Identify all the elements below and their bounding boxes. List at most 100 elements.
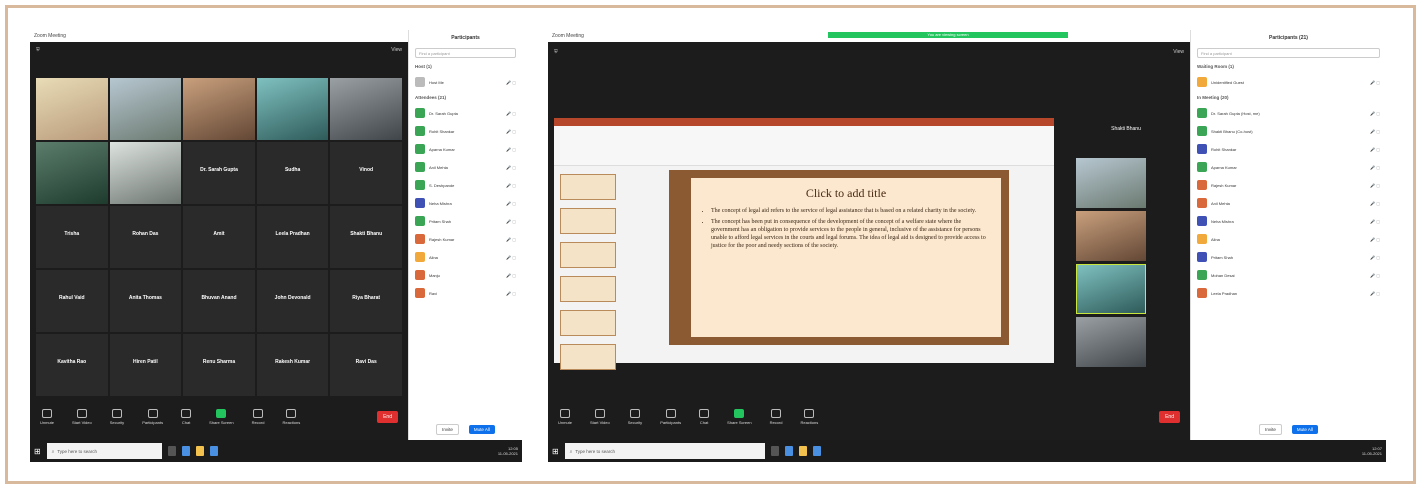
toolbar-button-unmute[interactable]: Unmute — [558, 409, 572, 425]
windows-start-icon[interactable]: ⊞ — [34, 447, 41, 456]
end-meeting-button[interactable]: End — [377, 411, 398, 423]
video-tile[interactable] — [36, 142, 108, 204]
toolbar-button-chat[interactable]: Chat — [181, 409, 192, 425]
toolbar-button-security[interactable]: Security — [628, 409, 642, 425]
participant-row[interactable]: S. Deshpande 🎤 ▢ — [409, 176, 522, 194]
video-tile[interactable] — [330, 78, 402, 140]
edge-icon[interactable] — [181, 446, 190, 456]
video-tile[interactable] — [36, 78, 108, 140]
mic-video-status-icon[interactable]: 🎤 ▢ — [1370, 147, 1380, 152]
mic-video-status-icon[interactable]: 🎤 ▢ — [506, 165, 516, 170]
participant-row[interactable]: Rajesh Kumar 🎤 ▢ — [409, 230, 522, 248]
participant-tile[interactable]: Rohan Das — [109, 206, 182, 268]
slide-thumbnail[interactable] — [560, 276, 616, 302]
toolbar-button-start-video[interactable]: Start Video — [72, 409, 92, 425]
zoom-taskbar-icon[interactable] — [812, 446, 821, 456]
mic-video-status-icon[interactable]: 🎤 ▢ — [1370, 219, 1380, 224]
participant-row[interactable]: Rajesh Kumar 🎤 ▢ — [1191, 176, 1386, 194]
side-video-tile[interactable] — [1076, 211, 1146, 261]
participant-tile[interactable]: Dr. Sarah Gupta — [183, 142, 255, 204]
explorer-icon[interactable] — [798, 446, 807, 456]
participant-row[interactable]: Unidentified Guest 🎤 ▢ — [1191, 73, 1386, 91]
participant-tile[interactable]: Trisha — [36, 206, 108, 268]
mic-video-status-icon[interactable]: 🎤 ▢ — [506, 219, 516, 224]
slide-thumbnail[interactable] — [560, 208, 616, 234]
slide-thumbnail[interactable] — [560, 310, 616, 336]
participant-tile[interactable]: Leela Pradhan — [256, 206, 329, 268]
participant-tile[interactable]: Anita Thomas — [109, 270, 182, 332]
slide-thumbnail[interactable] — [560, 174, 616, 200]
left-taskbar-search[interactable]: ⌕ Type here to search — [46, 443, 162, 459]
participant-row[interactable]: Rohit Shankar 🎤 ▢ — [409, 122, 522, 140]
participant-row[interactable]: Rohit Shankar 🎤 ▢ — [1191, 140, 1386, 158]
left-view-button[interactable]: View — [391, 47, 402, 53]
slide-title[interactable]: Click to add title — [703, 186, 989, 201]
participant-tile[interactable]: John Devonald — [256, 270, 329, 332]
mute-all-button[interactable]: Mute All — [1291, 424, 1318, 434]
toolbar-button-start-video[interactable]: Start Video — [590, 409, 610, 425]
mic-video-status-icon[interactable]: 🎤 ▢ — [1370, 237, 1380, 242]
end-meeting-button[interactable]: End — [1159, 411, 1180, 423]
mic-video-status-icon[interactable]: 🎤 ▢ — [506, 201, 516, 206]
toolbar-button-share-screen[interactable]: Share Screen — [209, 409, 234, 425]
participant-tile[interactable]: Bhuvan Anand — [183, 270, 255, 332]
toolbar-button-chat[interactable]: Chat — [699, 409, 710, 425]
participant-tile[interactable]: Amit — [183, 206, 255, 268]
mic-video-status-icon[interactable]: 🎤 ▢ — [506, 147, 516, 152]
participant-row[interactable]: Manju 🎤 ▢ — [409, 266, 522, 284]
participant-row[interactable]: Mohan Desai 🎤 ▢ — [1191, 266, 1386, 284]
mic-video-status-icon[interactable]: 🎤 ▢ — [506, 183, 516, 188]
mic-video-status-icon[interactable]: 🎤 ▢ — [1370, 183, 1380, 188]
taskview-icon[interactable] — [167, 446, 176, 456]
taskview-icon[interactable] — [770, 446, 779, 456]
participant-row[interactable]: Alina 🎤 ▢ — [1191, 230, 1386, 248]
shield-icon[interactable]: ⛨ — [36, 47, 40, 53]
mic-video-status-icon[interactable]: 🎤 ▢ — [1370, 255, 1380, 260]
side-video-tile[interactable] — [1076, 158, 1146, 208]
participant-tile[interactable]: Riya Bharat — [330, 270, 402, 332]
video-tile[interactable] — [256, 78, 329, 140]
participant-tile[interactable]: Shakti Bhanu — [330, 206, 402, 268]
toolbar-button-security[interactable]: Security — [110, 409, 124, 425]
toolbar-button-reactions[interactable]: Reactions — [282, 409, 300, 425]
video-tile[interactable] — [109, 78, 182, 140]
mic-video-status-icon[interactable]: 🎤 ▢ — [1370, 129, 1380, 134]
invite-button[interactable]: Invite — [1259, 423, 1282, 435]
participant-row[interactable]: Dr. Sarah Gupta 🎤 ▢ — [409, 104, 522, 122]
participant-tile[interactable]: Renu Sharma — [183, 334, 255, 396]
video-tile[interactable] — [183, 78, 255, 140]
participant-tile[interactable]: Hiren Patil — [109, 334, 182, 396]
video-tile[interactable] — [109, 142, 182, 204]
participant-row[interactable]: Dr. Sarah Gupta (Host, me) 🎤 ▢ — [1191, 104, 1386, 122]
participant-tile[interactable]: Sudha — [256, 142, 329, 204]
participant-row[interactable]: Neha Mishra 🎤 ▢ — [1191, 212, 1386, 230]
participant-row[interactable]: Anil Mehta 🎤 ▢ — [1191, 194, 1386, 212]
participant-row[interactable]: Ravi 🎤 ▢ — [409, 284, 522, 302]
right-view-button[interactable]: View — [1173, 49, 1184, 55]
edge-icon[interactable] — [784, 446, 793, 456]
mic-video-status-icon[interactable]: 🎤 ▢ — [506, 111, 516, 116]
mic-video-status-icon[interactable]: 🎤 ▢ — [506, 237, 516, 242]
right-panel-search[interactable]: Find a participant — [1197, 48, 1380, 58]
slide-thumbnail[interactable] — [560, 344, 616, 370]
mic-video-status-icon[interactable]: 🎤 ▢ — [1370, 291, 1380, 296]
shield-icon[interactable]: ⛨ — [554, 49, 558, 55]
explorer-icon[interactable] — [195, 446, 204, 456]
toolbar-button-share-screen[interactable]: Share Screen — [727, 409, 752, 425]
toolbar-button-reactions[interactable]: Reactions — [800, 409, 818, 425]
mic-video-status-icon[interactable]: 🎤 ▢ — [506, 291, 516, 296]
participant-tile[interactable]: Ravi Das — [330, 334, 402, 396]
toolbar-button-unmute[interactable]: Unmute — [40, 409, 54, 425]
side-video-tile[interactable] — [1076, 317, 1146, 367]
participant-tile[interactable]: Kavitha Rao — [36, 334, 108, 396]
mic-video-status-icon[interactable]: 🎤 ▢ — [1370, 111, 1380, 116]
right-taskbar-search[interactable]: ⌕ Type here to search — [564, 443, 765, 459]
participant-tile[interactable]: Vinod — [330, 142, 402, 204]
side-video-tile[interactable] — [1076, 264, 1146, 314]
participant-row[interactable]: Alina 🎤 ▢ — [409, 248, 522, 266]
participant-row[interactable]: Host Me 🎤 ▢ — [409, 73, 522, 91]
participant-row[interactable]: Neha Mishra 🎤 ▢ — [409, 194, 522, 212]
toolbar-button-participants[interactable]: Participants — [660, 409, 681, 425]
toolbar-button-participants[interactable]: Participants — [142, 409, 163, 425]
participant-row[interactable]: Anil Mehta 🎤 ▢ — [409, 158, 522, 176]
